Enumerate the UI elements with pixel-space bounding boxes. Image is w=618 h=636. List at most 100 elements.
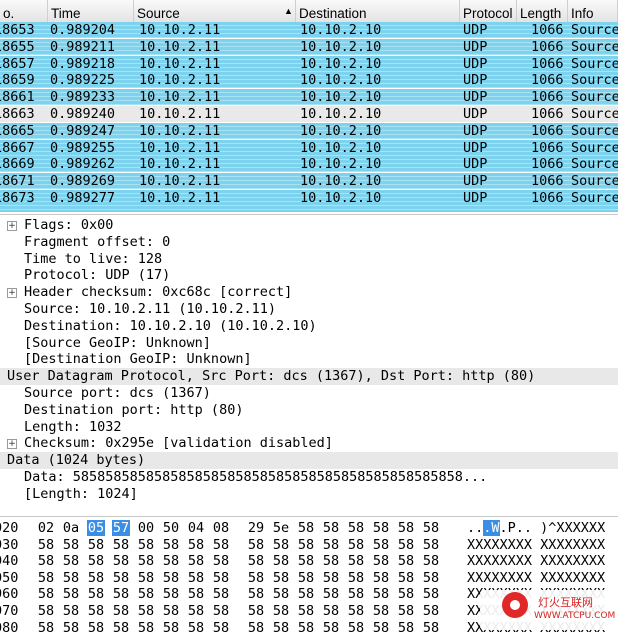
detail-field-row[interactable]: Protocol: UDP (17)	[0, 267, 618, 284]
hex-byte[interactable]: 58	[247, 553, 265, 569]
hex-byte[interactable]: 58	[212, 586, 230, 602]
hex-byte[interactable]: 58	[212, 620, 230, 636]
expand-plus-icon[interactable]: +	[7, 221, 17, 231]
detail-field-row[interactable]: Length: 1032	[0, 419, 618, 436]
column-header-time[interactable]: Time	[48, 0, 134, 22]
hex-byte[interactable]: 58	[112, 537, 130, 553]
hex-byte[interactable]: 57	[112, 520, 130, 536]
hex-byte[interactable]: 58	[322, 537, 340, 553]
hex-byte[interactable]: 58	[372, 520, 390, 536]
hex-ascii[interactable]: XXXXXXXX XXXXXXXX	[467, 537, 605, 553]
hex-byte[interactable]: 58	[87, 553, 105, 569]
hex-byte[interactable]: 02	[37, 520, 55, 536]
packet-row[interactable]: 18659 0.989225 10.10.2.11 10.10.2.10 UDP 1066…	[0, 72, 618, 89]
hex-byte[interactable]: 58	[297, 570, 315, 586]
hex-byte[interactable]: 58	[162, 570, 180, 586]
hex-byte[interactable]: 58	[112, 586, 130, 602]
hex-byte[interactable]: 58	[162, 586, 180, 602]
hex-byte[interactable]: 58	[322, 570, 340, 586]
hex-byte[interactable]: 58	[272, 570, 290, 586]
protocol-section-row[interactable]: User Datagram Protocol, Src Port: dcs (1…	[0, 368, 618, 386]
hex-byte[interactable]: 58	[62, 603, 80, 619]
hex-byte[interactable]: 58	[422, 553, 440, 569]
column-header-length[interactable]: Length	[517, 0, 568, 22]
hex-byte[interactable]: 58	[397, 570, 415, 586]
expand-plus-icon[interactable]: +	[7, 288, 17, 299]
hex-byte[interactable]: 58	[187, 553, 205, 569]
hex-byte[interactable]: 58	[422, 520, 440, 536]
hex-byte[interactable]: 58	[137, 603, 155, 619]
hex-byte[interactable]: 58	[162, 537, 180, 553]
hex-byte[interactable]: 58	[37, 620, 55, 636]
hex-byte[interactable]: 58	[187, 586, 205, 602]
hex-byte[interactable]: 58	[397, 537, 415, 553]
packet-row[interactable]: 18671 0.989269 10.10.2.11 10.10.2.10 UDP 1066…	[0, 173, 618, 190]
hex-byte[interactable]: 58	[322, 620, 340, 636]
hex-byte[interactable]: 58	[422, 603, 440, 619]
hex-byte[interactable]: 58	[37, 586, 55, 602]
hex-byte[interactable]: 58	[62, 586, 80, 602]
detail-field-row[interactable]: Fragment offset: 0	[0, 234, 618, 251]
hex-byte[interactable]: 58	[297, 553, 315, 569]
detail-field-row[interactable]: Source port: dcs (1367)	[0, 385, 618, 402]
hex-byte[interactable]: 58	[372, 570, 390, 586]
hex-byte[interactable]: 58	[162, 620, 180, 636]
detail-field-row[interactable]: Data: 5858585858585858585858585858585858…	[0, 469, 618, 486]
hex-byte[interactable]: 00	[137, 520, 155, 536]
detail-field-row[interactable]: + Header checksum: 0xc68c [correct]	[0, 284, 618, 301]
column-header-destination[interactable]: Destination	[296, 0, 460, 22]
detail-field-row[interactable]: [Destination GeoIP: Unknown]	[0, 351, 618, 368]
packet-row[interactable]: 18667 0.989255 10.10.2.11 10.10.2.10 UDP 1066…	[0, 139, 618, 156]
hex-byte[interactable]: 58	[212, 537, 230, 553]
hex-byte[interactable]: 58	[322, 520, 340, 536]
hex-byte[interactable]: 58	[87, 603, 105, 619]
hex-byte[interactable]: 58	[247, 586, 265, 602]
hex-byte[interactable]: 58	[62, 537, 80, 553]
hex-byte[interactable]: 58	[212, 570, 230, 586]
column-header-no[interactable]: o.	[0, 0, 48, 22]
hex-byte[interactable]: 58	[397, 603, 415, 619]
hex-byte[interactable]: 58	[422, 570, 440, 586]
packet-row[interactable]: 18655 0.989211 10.10.2.11 10.10.2.10 UDP 1066…	[0, 38, 618, 55]
detail-field-row[interactable]: Time to live: 128	[0, 251, 618, 268]
hex-byte[interactable]: 58	[422, 620, 440, 636]
hex-byte[interactable]: 58	[297, 603, 315, 619]
hex-byte[interactable]: 58	[187, 570, 205, 586]
hex-byte[interactable]: 58	[397, 620, 415, 636]
packet-row[interactable]: 18661 0.989233 10.10.2.11 10.10.2.10 UDP 1066…	[0, 89, 618, 106]
column-header-source[interactable]: Source	[134, 0, 296, 22]
hex-byte[interactable]: 58	[212, 603, 230, 619]
hex-byte[interactable]: 58	[137, 586, 155, 602]
hex-byte[interactable]: 58	[272, 603, 290, 619]
hex-byte[interactable]: 04	[187, 520, 205, 536]
hex-byte[interactable]: 58	[397, 520, 415, 536]
hex-byte[interactable]: 58	[422, 537, 440, 553]
hex-byte[interactable]: 58	[137, 553, 155, 569]
packet-row[interactable]: 18669 0.989262 10.10.2.11 10.10.2.10 UDP 1066…	[0, 156, 618, 173]
hex-byte[interactable]: 58	[37, 603, 55, 619]
hex-byte[interactable]: 58	[137, 570, 155, 586]
hex-byte[interactable]: 58	[347, 570, 365, 586]
hex-byte[interactable]: 58	[272, 620, 290, 636]
hex-byte[interactable]: 58	[297, 586, 315, 602]
hex-byte[interactable]: 58	[112, 620, 130, 636]
column-header-protocol[interactable]: Protocol	[460, 0, 517, 22]
hex-byte[interactable]: 58	[247, 570, 265, 586]
hex-byte[interactable]: 58	[247, 537, 265, 553]
hex-byte[interactable]: 58	[272, 586, 290, 602]
hex-byte[interactable]: 58	[37, 570, 55, 586]
hex-byte[interactable]: 58	[372, 537, 390, 553]
hex-byte[interactable]: 58	[112, 570, 130, 586]
hex-byte[interactable]: 58	[187, 537, 205, 553]
hex-byte[interactable]: 58	[62, 553, 80, 569]
hex-byte[interactable]: 58	[422, 586, 440, 602]
detail-field-row[interactable]: + Flags: 0x00	[0, 217, 618, 234]
detail-field-row[interactable]: [Length: 1024]	[0, 486, 618, 503]
hex-byte[interactable]: 5e	[272, 520, 290, 536]
hex-byte[interactable]: 58	[347, 603, 365, 619]
hex-byte[interactable]: 58	[322, 553, 340, 569]
hex-byte[interactable]: 58	[322, 586, 340, 602]
hex-byte[interactable]: 58	[372, 553, 390, 569]
hex-byte[interactable]: 58	[62, 620, 80, 636]
hex-byte[interactable]: 58	[162, 603, 180, 619]
